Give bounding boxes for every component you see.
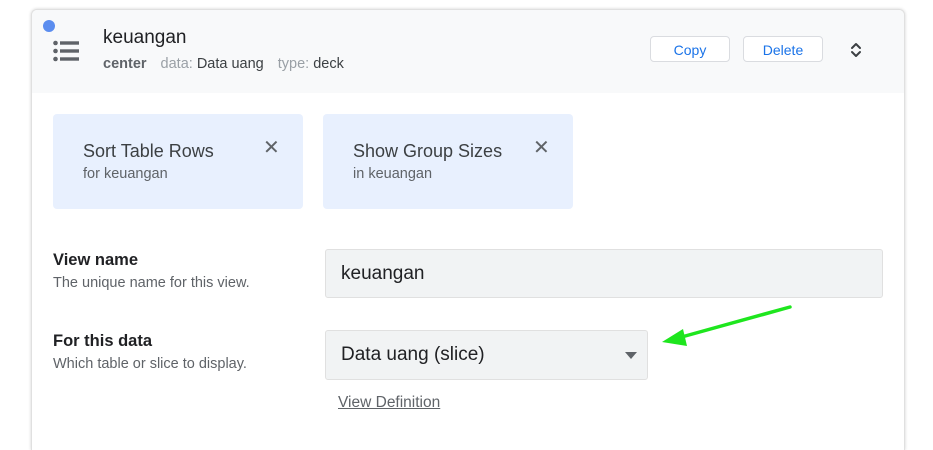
action-title: Sort Table Rows xyxy=(83,141,214,161)
close-icon[interactable]: ✕ xyxy=(263,138,280,158)
copy-button[interactable]: Copy xyxy=(650,36,730,62)
status-dot xyxy=(43,20,55,32)
view-name-help: The unique name for this view. xyxy=(53,275,250,291)
for-this-data-help: Which table or slice to display. xyxy=(53,356,247,372)
view-position: center xyxy=(103,56,147,72)
close-icon[interactable]: ✕ xyxy=(533,138,550,158)
data-source-select[interactable]: Data uang (slice) xyxy=(325,330,648,380)
view-name-input[interactable]: keuangan xyxy=(325,249,883,298)
view-header[interactable]: keuangan center data: Data uang type: deck… xyxy=(32,10,904,93)
data-value: Data uang xyxy=(196,56,264,72)
view-editor-card: keuangan center data: Data uang type: deck… xyxy=(31,9,905,450)
delete-button[interactable]: Delete xyxy=(743,36,823,62)
action-title: Show Group Sizes xyxy=(353,141,503,161)
view-meta: center data: Data uang type: deck xyxy=(103,56,358,72)
action-subtitle: for keuangan xyxy=(83,166,168,182)
view-name-label: View name xyxy=(53,251,138,269)
action-card-show-group-sizes[interactable]: Show Group Sizes in keuangan ✕ xyxy=(323,114,573,209)
view-definition-link[interactable]: View Definition xyxy=(338,394,440,412)
list-icon xyxy=(53,40,79,62)
view-title: keuangan xyxy=(103,27,187,48)
action-card-sort-table-rows[interactable]: Sort Table Rows for keuangan ✕ xyxy=(53,114,303,209)
action-subtitle: in keuangan xyxy=(353,166,433,182)
for-this-data-label: For this data xyxy=(53,332,153,350)
type-value: deck xyxy=(313,56,344,72)
expand-collapse-icon[interactable] xyxy=(848,40,864,60)
type-key: type: xyxy=(277,56,310,72)
dropdown-arrow-icon[interactable] xyxy=(625,352,637,359)
data-key: data: xyxy=(160,56,193,72)
